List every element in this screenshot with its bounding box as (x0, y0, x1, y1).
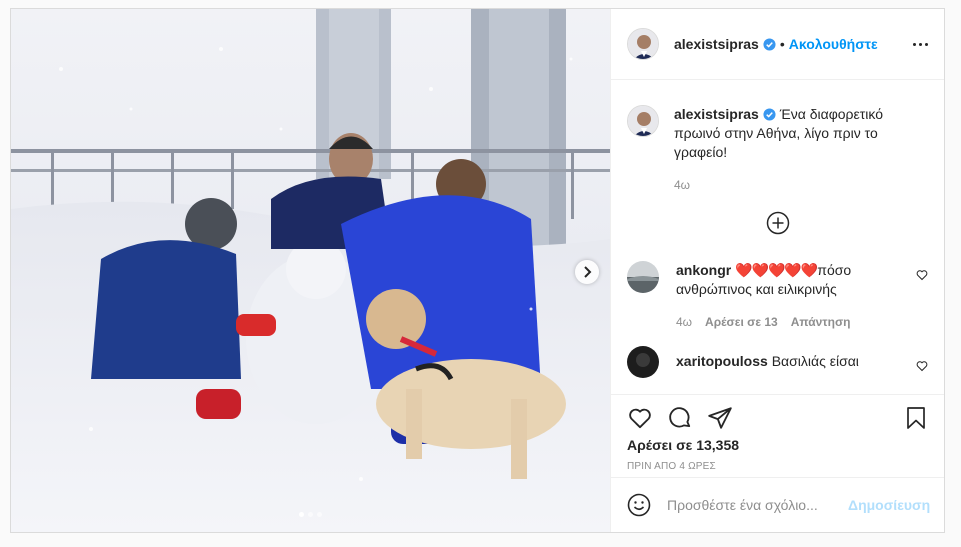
likes-count[interactable]: Αρέσει σε 13,358 (627, 437, 928, 453)
next-image-button[interactable] (575, 260, 599, 284)
comment-likes[interactable]: Αρέσει σε 13 (705, 313, 778, 332)
commenter-avatar-icon (627, 346, 659, 378)
verified-badge-icon (763, 108, 776, 121)
emoji-button[interactable] (627, 493, 651, 517)
save-button[interactable] (904, 405, 928, 431)
like-button[interactable] (627, 405, 653, 431)
emoji-icon (627, 493, 651, 517)
comment-button[interactable] (667, 405, 693, 431)
profile-avatar-icon (628, 106, 658, 136)
reply-button[interactable]: Απάντηση (791, 313, 851, 332)
header-separator: • (779, 36, 785, 52)
send-icon (708, 407, 732, 429)
post-header: alexistsipras • Ακολουθήστε (611, 9, 944, 80)
caption-time[interactable]: 4ω (674, 176, 914, 195)
share-button[interactable] (707, 405, 733, 431)
snow-family-photo (11, 9, 610, 532)
action-icons (627, 395, 928, 435)
comment-input[interactable] (667, 497, 848, 513)
comment-hearts: ❤️❤️❤️❤️❤️ (735, 262, 818, 278)
avatar[interactable] (627, 261, 659, 293)
comment-time[interactable]: 4ω (676, 313, 692, 332)
comment-meta: 4ω Αρέσει σε 13 Απάντηση (676, 313, 896, 332)
heart-icon (629, 408, 651, 429)
more-options-icon (913, 42, 916, 46)
comment-heart-icon[interactable] (916, 360, 928, 372)
comments-section: alexistsipras Ένα διαφορετικό πρωινό στη… (611, 81, 944, 381)
post-side-panel: alexistsipras • Ακολουθήστε alexistsipra… (610, 9, 944, 532)
posted-time[interactable]: ΠΡΙΝ ΑΠΟ 4 ΩΡΕΣ (627, 461, 928, 472)
comment-username[interactable]: xaritopouloss (676, 353, 768, 369)
header-username[interactable]: alexistsipras (674, 36, 759, 52)
verified-badge-icon (763, 37, 776, 51)
avatar[interactable] (627, 105, 659, 137)
post-actions: Αρέσει σε 13,358 ΠΡΙΝ ΑΠΟ 4 ΩΡΕΣ (611, 394, 944, 472)
avatar[interactable] (627, 346, 659, 378)
comment-text: Βασιλιάς είσαι (771, 353, 859, 369)
profile-avatar-icon (628, 29, 658, 59)
commenter-avatar-icon (627, 261, 659, 293)
more-options-icon (925, 42, 928, 46)
load-more-comments-button[interactable] (627, 211, 928, 235)
post-image[interactable] (11, 9, 610, 532)
avatar[interactable] (627, 28, 659, 60)
carousel-dot (317, 512, 322, 517)
carousel-dot (299, 512, 304, 517)
comment-item: ankongr ❤️❤️❤️❤️❤️πόσο ανθρώπινος και ει… (627, 261, 928, 332)
follow-button[interactable]: Ακολουθήστε (789, 36, 878, 52)
comment-heart-icon[interactable] (916, 269, 928, 281)
publish-button[interactable]: Δημοσίευση (848, 497, 930, 513)
chevron-right-icon (584, 266, 592, 278)
instagram-post: alexistsipras • Ακολουθήστε alexistsipra… (10, 8, 945, 533)
bookmark-icon (907, 407, 925, 429)
more-options-icon (919, 42, 922, 46)
post-caption: alexistsipras Ένα διαφορετικό πρωινό στη… (627, 105, 928, 195)
plus-circle-icon (766, 211, 789, 235)
comment-username[interactable]: ankongr (676, 262, 731, 278)
comment-item: xaritopouloss Βασιλιάς είσαι (627, 346, 928, 378)
caption-username[interactable]: alexistsipras (674, 106, 759, 122)
carousel-indicators (11, 512, 610, 517)
comment-icon (669, 407, 691, 428)
add-comment-bar: Δημοσίευση (611, 477, 944, 532)
more-options-button[interactable] (913, 42, 928, 46)
carousel-dot (308, 512, 313, 517)
